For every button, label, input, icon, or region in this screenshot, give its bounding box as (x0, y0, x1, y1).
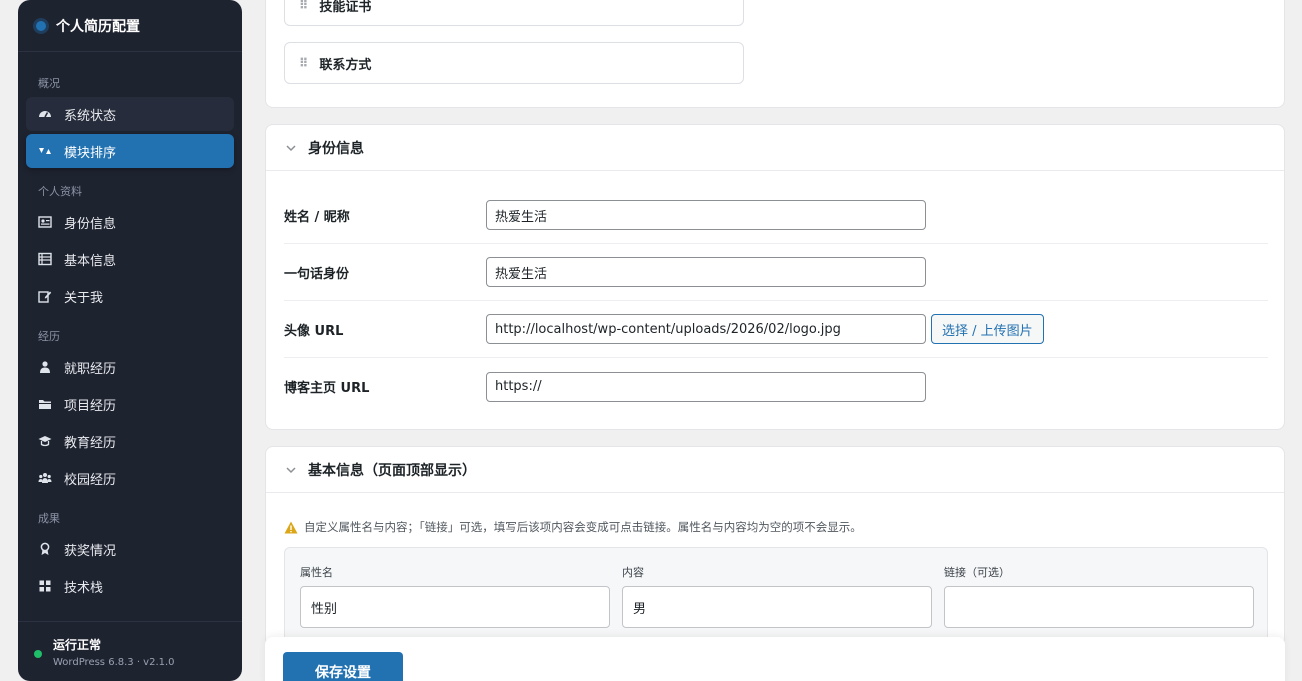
sidebar-item-tech-stack[interactable]: 技术栈 (26, 569, 234, 603)
sidebar-item-label: 关于我 (64, 290, 104, 306)
attr-content-input[interactable] (622, 586, 932, 628)
sidebar-item-module-sort[interactable]: 模块排序 (26, 134, 234, 168)
sidebar-item-label: 校园经历 (64, 472, 117, 488)
award-icon (38, 542, 52, 556)
graduation-cap-icon (38, 434, 52, 448)
sidebar-item-label: 技术栈 (64, 580, 104, 596)
sidebar: 个人简历配置 概况 系统状态 模块排序 个人资料 身份信息 基本信息 关于我 经… (18, 0, 242, 681)
module-item-label: 技能证书 (319, 0, 372, 15)
brand: 个人简历配置 (18, 0, 242, 52)
grid-icon (38, 579, 52, 593)
identity-panel-header[interactable]: 身份信息 (266, 125, 1284, 171)
version-text: WordPress 6.8.3 · v2.1.0 (53, 657, 175, 668)
identity-panel: 身份信息 姓名 / 昵称 一句话身份 头像 URL 选择 / 上传图片 博客主页… (265, 124, 1285, 430)
sidebar-item-label: 身份信息 (64, 216, 117, 232)
brand-title: 个人简历配置 (56, 18, 140, 35)
form-row-avatar: 头像 URL 选择 / 上传图片 (284, 301, 1268, 358)
user-icon (38, 360, 52, 374)
chevron-down-icon[interactable] (284, 463, 298, 477)
brand-dot-icon (36, 20, 46, 31)
form-row-tagline: 一句话身份 (284, 244, 1268, 301)
nav-group-overview: 概况 (38, 77, 60, 90)
form-row-name: 姓名 / 昵称 (284, 187, 1268, 244)
nav-group-profile: 个人资料 (38, 185, 82, 198)
nav-group-achievements: 成果 (38, 512, 60, 525)
attr-col-link: 链接（可选） (944, 564, 1254, 628)
folder-icon (38, 397, 52, 411)
notice: 自定义属性名与内容；「链接」可选，填写后该项内容会变成可点击链接。属性名与内容均… (284, 519, 862, 535)
attr-col-name: 属性名 (300, 564, 610, 628)
attr-col-content: 内容 (622, 564, 932, 628)
sidebar-item-awards[interactable]: 获奖情况 (26, 532, 234, 566)
sidebar-item-project-experience[interactable]: 项目经历 (26, 387, 234, 421)
attr-link-input[interactable] (944, 586, 1254, 628)
sidebar-item-education[interactable]: 教育经历 (26, 424, 234, 458)
module-item-skills[interactable]: ⠿ 技能证书 (284, 0, 744, 26)
tagline-input[interactable] (486, 257, 926, 287)
attr-name-input[interactable] (300, 586, 610, 628)
nav-group-experience: 经历 (38, 330, 60, 343)
avatar-url-input[interactable] (486, 314, 926, 344)
basic-info-panel: 基本信息（页面顶部显示） 自定义属性名与内容；「链接」可选，填写后该项内容会变成… (265, 446, 1285, 647)
sort-icon (38, 144, 52, 158)
blog-url-input[interactable] (486, 371, 926, 402)
form-label: 姓名 / 昵称 (284, 209, 350, 225)
name-input[interactable] (486, 200, 926, 230)
form-label: 博客主页 URL (284, 381, 370, 396)
edit-icon (38, 289, 52, 303)
sidebar-item-campus[interactable]: 校园经历 (26, 461, 234, 495)
sidebar-item-label: 教育经历 (64, 435, 117, 451)
sidebar-item-label: 基本信息 (64, 253, 117, 269)
drag-handle-icon[interactable]: ⠿ (299, 56, 308, 70)
dashboard-icon (38, 107, 52, 121)
warning-icon (284, 521, 298, 533)
sidebar-item-about-me[interactable]: 关于我 (26, 279, 234, 313)
system-status-text: 运行正常 (53, 638, 102, 652)
chevron-down-icon[interactable] (284, 141, 298, 155)
module-item-contact[interactable]: ⠿ 联系方式 (284, 42, 744, 84)
attr-col-label: 属性名 (300, 566, 333, 579)
sidebar-footer: 运行正常 WordPress 6.8.3 · v2.1.0 (18, 621, 242, 681)
sidebar-item-label: 模块排序 (64, 145, 117, 161)
attr-col-label: 链接（可选） (944, 566, 1010, 579)
sidebar-item-identity[interactable]: 身份信息 (26, 205, 234, 239)
status-ok-icon (34, 650, 42, 658)
list-icon (38, 252, 52, 266)
sidebar-item-label: 系统状态 (64, 108, 117, 124)
module-item-label: 联系方式 (319, 57, 372, 73)
sidebar-item-system-status[interactable]: 系统状态 (26, 97, 234, 131)
save-bar: 保存设置 (265, 637, 1285, 681)
sidebar-item-label: 就职经历 (64, 361, 117, 377)
panel-title: 基本信息（页面顶部显示） (308, 462, 476, 479)
attribute-row: 属性名 内容 链接（可选） (284, 547, 1268, 647)
form-label: 一句话身份 (284, 266, 350, 282)
module-sort-panel: ⠿ 技能证书 ⠿ 联系方式 (265, 0, 1285, 108)
form-label: 头像 URL (284, 323, 344, 339)
sidebar-item-label: 项目经历 (64, 398, 117, 414)
groups-icon (38, 471, 52, 485)
save-button[interactable]: 保存设置 (283, 652, 403, 681)
sidebar-item-label: 获奖情况 (64, 543, 117, 559)
form-row-blog: 博客主页 URL (284, 358, 1268, 415)
sidebar-item-basic-info[interactable]: 基本信息 (26, 242, 234, 276)
attr-col-label: 内容 (622, 566, 644, 579)
upload-image-button[interactable]: 选择 / 上传图片 (931, 314, 1044, 344)
notice-text: 自定义属性名与内容；「链接」可选，填写后该项内容会变成可点击链接。属性名与内容均… (304, 520, 862, 534)
panel-title: 身份信息 (308, 140, 364, 157)
basic-info-panel-header[interactable]: 基本信息（页面顶部显示） (266, 447, 1284, 493)
sidebar-item-work-experience[interactable]: 就职经历 (26, 350, 234, 384)
id-card-icon (38, 215, 52, 229)
drag-handle-icon[interactable]: ⠿ (299, 0, 308, 12)
